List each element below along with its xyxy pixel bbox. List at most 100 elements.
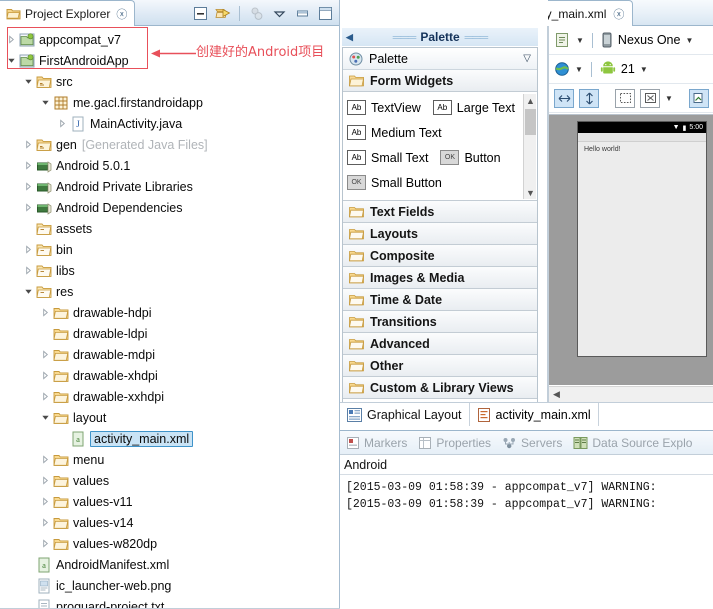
tree-item-src[interactable]: src [0,71,339,92]
focus-icon[interactable] [246,3,266,23]
expand-arrow-icon[interactable] [23,181,34,192]
expand-arrow-icon[interactable] [23,265,34,276]
fit-width-icon[interactable] [554,88,574,108]
tree-item-ic-launcher-web-png[interactable]: ic_launcher-web.png [0,575,339,596]
tree-item-gen[interactable]: gen [Generated Java Files] [0,134,339,155]
palette-scrollbar[interactable]: ▲ ▼ [523,94,536,199]
palette-item-small-text[interactable]: Ab Small Text [347,150,428,165]
chevron-down-icon[interactable]: ▼ [685,36,693,45]
device-name[interactable]: Nexus One [618,33,681,47]
expand-arrow-icon[interactable] [40,517,51,528]
expand-arrow-icon[interactable] [23,139,34,150]
collapse-arrow-icon[interactable] [40,97,51,108]
console-output[interactable]: [2015-03-09 01:58:39 - appcompat_v7] WAR… [340,474,713,513]
project-tree[interactable]: appcompat_v7 FirstAndroidApp src me.gacl.fi… [0,26,339,609]
tree-item-android-dependencies[interactable]: Android Dependencies [0,197,339,218]
expand-arrow-icon[interactable] [40,538,51,549]
hello-world-text[interactable]: Hello world! [578,142,706,153]
palette-item-textview[interactable]: Ab TextView [347,100,421,115]
maximize-icon[interactable] [315,3,335,23]
chevron-down-icon[interactable]: ▽ [523,53,531,64]
minimize-icon[interactable] [292,3,312,23]
close-icon[interactable]: ⓧ [613,6,624,22]
view-menu-icon[interactable] [269,3,289,23]
chevron-down-icon[interactable]: ▼ [524,186,537,199]
palette-item-button[interactable]: OK Button [440,150,501,165]
palette-title-bar[interactable]: Palette ▽ [343,48,537,70]
expand-arrow-icon[interactable] [40,475,51,486]
chevron-down-icon[interactable]: ▼ [576,36,584,45]
palette-item-small-button[interactable]: OK Small Button [347,175,442,190]
palette-category-form-widgets[interactable]: Form Widgets [343,70,537,92]
palette-category-text-fields[interactable]: Text Fields [343,201,537,223]
chevron-down-icon[interactable]: ▼ [575,65,583,74]
fit-height-icon[interactable] [579,88,599,108]
palette-category-composite[interactable]: Composite [343,245,537,267]
tab-servers[interactable]: Servers [502,436,562,450]
tree-item-android-5-0-1[interactable]: Android 5.0.1 [0,155,339,176]
config-icon[interactable] [554,32,571,48]
tree-item-values-v14[interactable]: values-v14 [0,512,339,533]
globe-icon[interactable] [554,61,570,77]
palette-category-custom-library-views[interactable]: Custom & Library Views [343,377,537,399]
palette-dock-header[interactable]: ◀ ═══ Palette ═══ [342,28,538,46]
tree-item-me-gacl-firstandroidapp[interactable]: me.gacl.firstandroidapp [0,92,339,113]
tree-item-layout[interactable]: layout [0,407,339,428]
tree-item-activity-main-xml[interactable]: a activity_main.xml [0,428,339,449]
expand-arrow-icon[interactable] [57,118,68,129]
expand-arrow-icon[interactable] [23,244,34,255]
show-outlines-icon[interactable] [615,88,635,108]
tree-item-mainactivity-java[interactable]: J MainActivity.java [0,113,339,134]
palette-category-transitions[interactable]: Transitions [343,311,537,333]
collapse-arrow-icon[interactable] [23,76,34,87]
link-with-editor-icon[interactable] [213,3,233,23]
tree-item-assets[interactable]: assets [0,218,339,239]
form-widgets-list[interactable]: Ab TextView Ab Large Text Ab Medium Text [343,92,537,201]
expand-arrow-icon[interactable] [40,307,51,318]
expand-arrow-icon[interactable] [6,34,17,45]
expand-arrow-icon[interactable] [40,370,51,381]
api-level[interactable]: 21 [621,62,635,76]
chevron-up-icon[interactable]: ▲ [524,94,537,107]
close-icon[interactable]: ⓧ [116,6,127,22]
layout-canvas[interactable]: ▼ ▮ 5:00 Hello world! [549,114,713,385]
tree-item-menu[interactable]: menu [0,449,339,470]
tree-item-drawable-xhdpi[interactable]: drawable-xhdpi [0,365,339,386]
collapse-arrow-icon[interactable] [23,286,34,297]
tree-item-values-w820dp[interactable]: values-w820dp [0,533,339,554]
chevron-left-icon[interactable]: ◀ [549,389,564,400]
tree-item-androidmanifest-xml[interactable]: a AndroidManifest.xml [0,554,339,575]
collapse-arrow-icon[interactable] [6,55,17,66]
tree-item-drawable-xxhdpi[interactable]: drawable-xxhdpi [0,386,339,407]
tree-item-drawable-mdpi[interactable]: drawable-mdpi [0,344,339,365]
chevron-down-icon[interactable]: ▼ [640,65,648,74]
collapse-left-icon[interactable]: ◀ [346,32,353,43]
palette-item-large-text[interactable]: Ab Large Text [432,100,515,115]
scrollbar-thumb[interactable] [525,109,536,135]
expand-arrow-icon[interactable] [40,349,51,360]
tab-data-source-explorer[interactable]: Data Source Explo [573,436,692,450]
palette-category-layouts[interactable]: Layouts [343,223,537,245]
expand-arrow-icon[interactable] [40,391,51,402]
tree-item-values-v11[interactable]: values-v11 [0,491,339,512]
expand-arrow-icon[interactable] [40,496,51,507]
tree-item-res[interactable]: res [0,281,339,302]
collapse-all-icon[interactable] [190,3,210,23]
palette-category-advanced[interactable]: Advanced [343,333,537,355]
expand-arrow-icon[interactable] [40,454,51,465]
tree-item-android-private-libraries[interactable]: Android Private Libraries [0,176,339,197]
palette-category-time-date[interactable]: Time & Date [343,289,537,311]
palette-category-other[interactable]: Other [343,355,537,377]
canvas-horizontal-scrollbar[interactable]: ◀ [549,386,713,402]
palette-item-medium-text[interactable]: Ab Medium Text [347,125,442,140]
tree-item-drawable-ldpi[interactable]: drawable-ldpi [0,323,339,344]
tab-markers[interactable]: Markers [346,436,407,450]
palette-category-images-media[interactable]: Images & Media [343,267,537,289]
refresh-icon[interactable] [688,88,709,108]
chevron-down-icon[interactable]: ▼ [665,94,673,103]
tab-project-explorer[interactable]: Project Explorer ⓧ [0,0,136,26]
tree-item-drawable-hdpi[interactable]: drawable-hdpi [0,302,339,323]
expand-arrow-icon[interactable] [23,202,34,213]
tree-item-bin[interactable]: bin [0,239,339,260]
tab-xml-source[interactable]: activity_main.xml [470,403,599,426]
